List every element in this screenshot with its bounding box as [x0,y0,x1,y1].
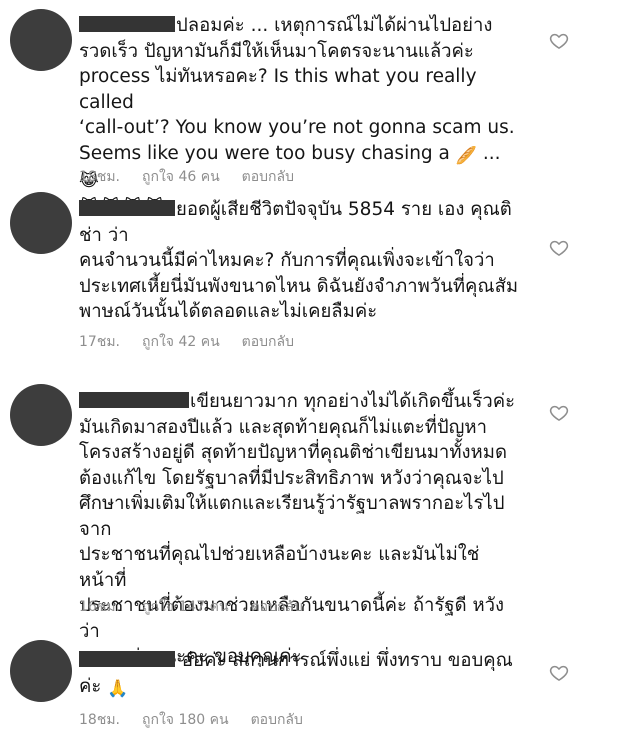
comment-text: ยอดผู้เสียชีวิตปัจจุบัน 5854 ราย เอง คุณ… [79,197,524,325]
avatar[interactable] [10,384,72,446]
heart-outline-icon [549,33,569,49]
ellipsis-text: ... [482,142,501,164]
heart-outline-icon [549,405,569,421]
comment-line: ศึกษาเพิ่มเติมให้แตกและเรียนรู้ว่ารัฐบาล… [79,493,505,540]
comment-line: ค่ะ [79,675,102,697]
comment-line: เขียนยาวมาก ทุกอย่างไม่ได้เกิดขึ้นเร็วค่… [190,391,516,412]
reply-button[interactable]: ตอบกลับ [251,709,303,731]
comment-meta: 18ชม. ถูกใจ 46 คน ตอบกลับ [79,166,294,188]
comment-line: รวดเร็ว ปัญหามันก็มีให้เห็นมาโคตรจะนานแล… [79,40,474,62]
comment-time: 18ชม. [79,169,120,185]
comment-meta: 16ชม. ถูกใจ 147 คน ตอบกลับ [79,596,303,618]
comment-line: Seems like you were too busy chasing a [79,142,450,164]
redacted-username [79,651,175,667]
heart-outline-icon [549,240,569,256]
comment-time: 16ชม. [79,599,120,615]
comment-body: เขียนยาวมาก ทุกอย่างไม่ได้เกิดขึ้นเร็วค่… [79,389,524,670]
avatar[interactable] [10,192,72,254]
comment-line: พาษณ์วันนั้นได้ตลอดและไม่เคยลืมค่ะ [79,301,378,322]
comment-line: process ไม่ทันหรอคะ? Is this what you re… [79,66,477,113]
like-button[interactable] [549,403,569,423]
comment-time: 17ชม. [79,334,120,350]
comment-meta: 18ชม. ถูกใจ 180 คน ตอบกลับ [79,709,303,731]
comment-meta: 17ชม. ถูกใจ 42 คน ตอบกลับ [79,331,294,353]
avatar[interactable] [10,640,72,702]
comment-line: ต้องแก้ไข โดยรัฐบาลที่มีประสิทธิภาพ หวัง… [79,467,504,489]
comment-line: ‘call-out’? You know you’re not gonna sc… [79,117,515,138]
avatar[interactable] [10,9,72,71]
comment-time: 18ชม. [79,712,120,728]
likes-count[interactable]: ถูกใจ 180 คน [142,709,229,731]
like-button[interactable] [549,663,569,683]
reply-button[interactable]: ตอบกลับ [251,596,303,618]
redacted-username [79,200,175,216]
bread-emoji: 🥖 [455,145,477,166]
comment-line: ประชาชนที่คุณไปช่วยเหลือบ้างนะคะ และมันไ… [79,544,480,591]
like-button[interactable] [549,238,569,258]
comment-text: เขียนยาวมาก ทุกอย่างไม่ได้เกิดขึ้นเร็วค่… [79,389,524,670]
redacted-username [79,392,189,408]
comment-body: อ๋อค่ะ สถานการณ์พึ่งแย่ พึ่งทราบ ขอบคุณ … [79,648,524,699]
reply-button[interactable]: ตอบกลับ [242,331,294,353]
comment-body: ยอดผู้เสียชีวิตปัจจุบัน 5854 ราย เอง คุณ… [79,197,524,325]
comment-line: ปลอมค่ะ ... เหตุการณ์ไม่ได้ผ่านไปอย่าง [176,15,493,36]
comment-line: ประเทศเหี้ยนี่มันพังขนาดไหน ดิฉันยังจำภา… [79,275,519,297]
like-button[interactable] [549,31,569,51]
heart-outline-icon [549,665,569,681]
comment-line: มันเกิดมาสองปีแล้ว และสุดท้ายคุณก็ไม่แตะ… [79,416,487,438]
likes-count[interactable]: ถูกใจ 147 คน [142,596,229,618]
comment-text: อ๋อค่ะ สถานการณ์พึ่งแย่ พึ่งทราบ ขอบคุณ … [79,648,524,699]
likes-count[interactable]: ถูกใจ 42 คน [142,331,220,353]
comment-line: โครงสร้างอยู่ดี สุดท้ายปัญหาที่คุณติช่าเ… [79,442,507,463]
comment-line: อ๋อค่ะ สถานการณ์พึ่งแย่ พึ่งทราบ ขอบคุณ [181,650,513,671]
comment-line: คนจำนวนนี้มีค่าไหมคะ? กับการที่คุณเพิ่งจ… [79,250,495,271]
pray-emoji: 🙏 [107,678,129,699]
reply-button[interactable]: ตอบกลับ [242,166,294,188]
likes-count[interactable]: ถูกใจ 46 คน [142,166,220,188]
redacted-username [79,16,175,32]
